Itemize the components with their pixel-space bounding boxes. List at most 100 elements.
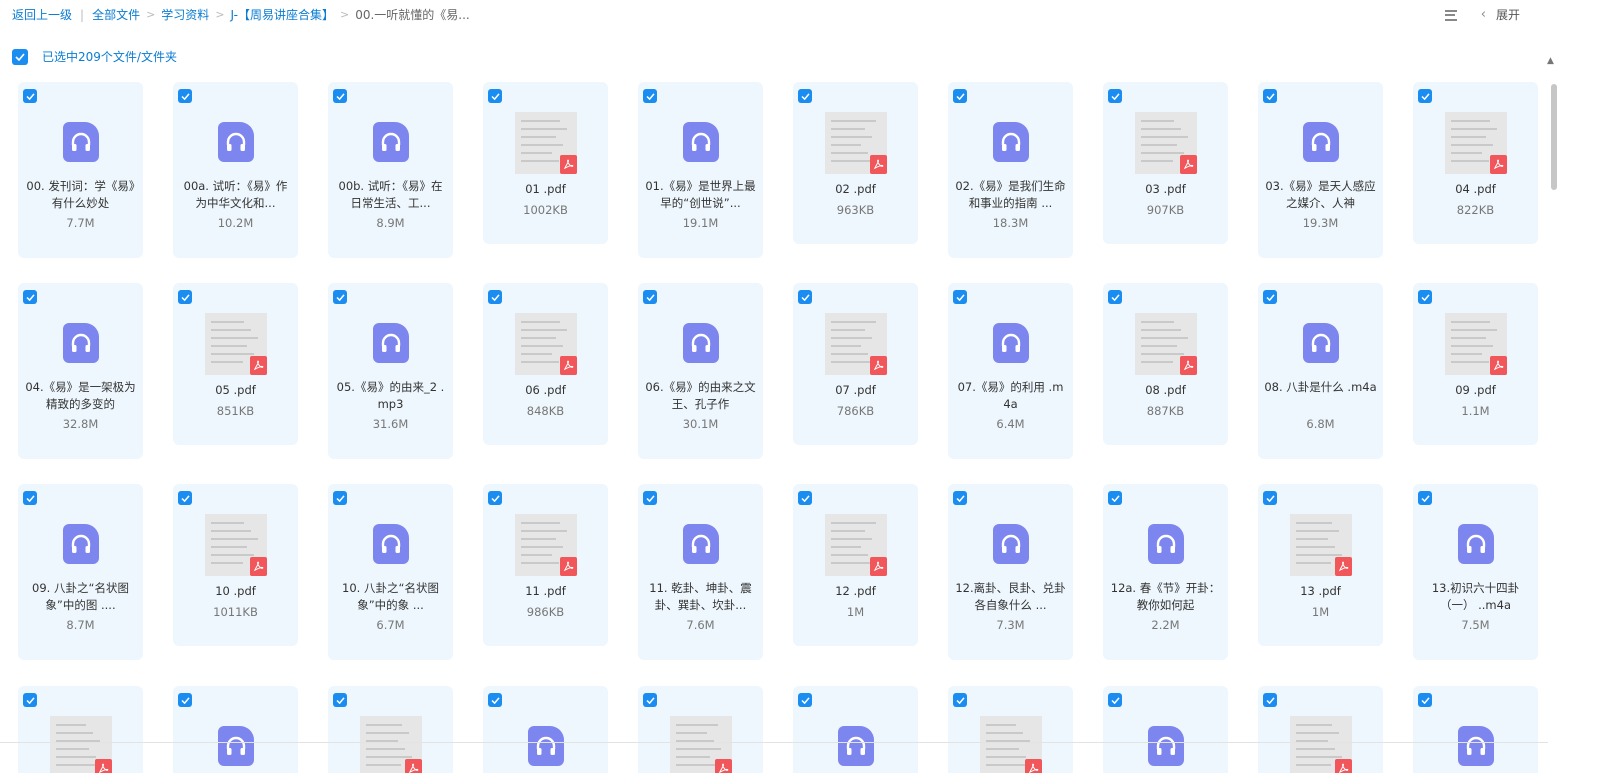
file-checkbox[interactable] [23,89,37,103]
file-checkbox[interactable] [643,491,657,505]
file-checkbox[interactable] [23,290,37,304]
audio-file-card[interactable] [483,686,608,773]
file-checkbox[interactable] [643,290,657,304]
file-checkbox[interactable] [488,693,502,707]
file-checkbox[interactable] [23,693,37,707]
scrollbar-thumb[interactable] [1551,84,1557,190]
audio-file-card[interactable]: 00b. 试听：《易》在日常生活、工... 8.9M [328,82,453,258]
file-checkbox[interactable] [488,491,502,505]
pdf-file-card[interactable]: 06 .pdf 848KB [483,283,608,445]
file-checkbox[interactable] [798,290,812,304]
file-checkbox[interactable] [1108,89,1122,103]
audio-file-card[interactable]: 09. 八卦之“名状图象”中的图 .... 8.7M [18,484,143,660]
file-checkbox[interactable] [1263,89,1277,103]
file-checkbox[interactable] [1108,693,1122,707]
breadcrumb-study-materials[interactable]: 学习资料 [161,6,209,23]
audio-file-card[interactable]: 12.离卦、艮卦、兑卦各自象什么 ... 7.3M [948,484,1073,660]
file-checkbox[interactable] [953,290,967,304]
pdf-file-card[interactable]: 10 .pdf 1011KB [173,484,298,646]
file-checkbox[interactable] [1263,693,1277,707]
audio-file-card[interactable]: 13.初识六十四卦（一） ..m4a 7.5M [1413,484,1538,660]
pdf-file-card[interactable]: 09 .pdf 1.1M [1413,283,1538,445]
file-checkbox[interactable] [953,491,967,505]
file-checkbox[interactable] [1418,290,1432,304]
file-checkbox[interactable] [953,89,967,103]
file-checkbox[interactable] [953,693,967,707]
audio-file-card[interactable] [1413,686,1538,773]
pdf-file-card[interactable] [638,686,763,773]
back-link[interactable]: 返回上一级 [12,6,72,23]
file-checkbox[interactable] [1108,290,1122,304]
pdf-file-card[interactable]: 08 .pdf 887KB [1103,283,1228,445]
audio-file-card[interactable]: 11. 乾卦、坤卦、震卦、巽卦、坎卦... 7.6M [638,484,763,660]
file-checkbox[interactable] [798,89,812,103]
audio-file-card[interactable] [793,686,918,773]
breadcrumb-zhouyi-collection[interactable]: J-【周易讲座合集】 [231,6,334,23]
audio-file-card[interactable]: 04.《易》是一架极为精致的多变的 32.8M [18,283,143,459]
list-view-icon[interactable] [1444,9,1459,21]
audio-file-card[interactable]: 07.《易》的利用 .m4a 6.4M [948,283,1073,459]
file-checkbox[interactable] [798,491,812,505]
pdf-file-card[interactable]: 05 .pdf 851KB [173,283,298,445]
pdf-file-card[interactable]: 12 .pdf 1M [793,484,918,646]
audio-file-card[interactable]: 06.《易》的由来之文王、孔子作 30.1M [638,283,763,459]
pdf-file-card[interactable]: 11 .pdf 986KB [483,484,608,646]
file-checkbox[interactable] [643,89,657,103]
audio-file-card[interactable]: 00. 发刊词：学《易》有什么妙处 7.7M [18,82,143,258]
scroll-up-icon[interactable]: ▲ [1547,56,1554,66]
file-checkbox[interactable] [643,693,657,707]
preview-line [520,337,556,339]
pdf-file-card[interactable] [948,686,1073,773]
pdf-thumbnail [1258,514,1383,576]
pdf-file-card[interactable] [328,686,453,773]
expand-button[interactable]: ‹ 展开 [1481,6,1520,23]
file-checkbox[interactable] [23,491,37,505]
pdf-file-card[interactable]: 03 .pdf 907KB [1103,82,1228,244]
file-checkbox[interactable] [1418,89,1432,103]
pdf-file-card[interactable]: 01 .pdf 1002KB [483,82,608,244]
pdf-file-card[interactable] [18,686,143,773]
pdf-file-card[interactable] [1258,686,1383,773]
file-checkbox[interactable] [1418,693,1432,707]
file-checkbox[interactable] [488,290,502,304]
preview-line [830,554,868,556]
file-size: 6.4M [996,417,1025,431]
file-checkbox[interactable] [178,693,192,707]
audio-thumbnail [1103,524,1228,564]
file-checkbox[interactable] [178,89,192,103]
preview-line [830,522,876,524]
audio-file-card[interactable]: 05.《易》的由来_2 .mp3 31.6M [328,283,453,459]
file-checkbox[interactable] [1108,491,1122,505]
preview-line [830,530,865,532]
audio-file-card[interactable] [1103,686,1228,773]
audio-file-card[interactable]: 10. 八卦之“名状图象”中的象 ... 6.7M [328,484,453,660]
audio-file-card[interactable]: 02.《易》是我们生命和事业的指南 ... 18.3M [948,82,1073,258]
pdf-thumbnail [173,514,298,576]
pdf-file-card[interactable]: 13 .pdf 1M [1258,484,1383,646]
file-checkbox[interactable] [333,693,347,707]
preview-line [1450,361,1489,363]
file-checkbox[interactable] [178,491,192,505]
file-checkbox[interactable] [798,693,812,707]
audio-file-card[interactable]: 12a. 春《节》开卦：教你如何起 2.2M [1103,484,1228,660]
preview-line [675,748,721,750]
file-checkbox[interactable] [1263,491,1277,505]
audio-file-card[interactable]: 08. 八卦是什么 .m4a 6.8M [1258,283,1383,459]
breadcrumb-all-files[interactable]: 全部文件 [92,6,140,23]
pdf-file-card[interactable]: 04 .pdf 822KB [1413,82,1538,244]
pdf-file-card[interactable]: 02 .pdf 963KB [793,82,918,244]
file-checkbox[interactable] [333,89,347,103]
audio-file-card[interactable] [173,686,298,773]
select-all-checkbox[interactable] [12,48,28,65]
file-checkbox[interactable] [333,491,347,505]
audio-file-card[interactable]: 01.《易》是世界上最早的“创世说”... 19.1M [638,82,763,258]
file-checkbox[interactable] [1263,290,1277,304]
pdf-file-card[interactable]: 07 .pdf 786KB [793,283,918,445]
audio-file-card[interactable]: 00a. 试听：《易》作为中华文化和... 10.2M [173,82,298,258]
file-checkbox[interactable] [488,89,502,103]
file-checkbox[interactable] [333,290,347,304]
file-checkbox[interactable] [1418,491,1432,505]
file-checkbox[interactable] [178,290,192,304]
breadcrumb-current-folder: 00.一听就懂的《易... [355,8,470,22]
audio-file-card[interactable]: 03.《易》是天人感应之媒介、人神 19.3M [1258,82,1383,258]
